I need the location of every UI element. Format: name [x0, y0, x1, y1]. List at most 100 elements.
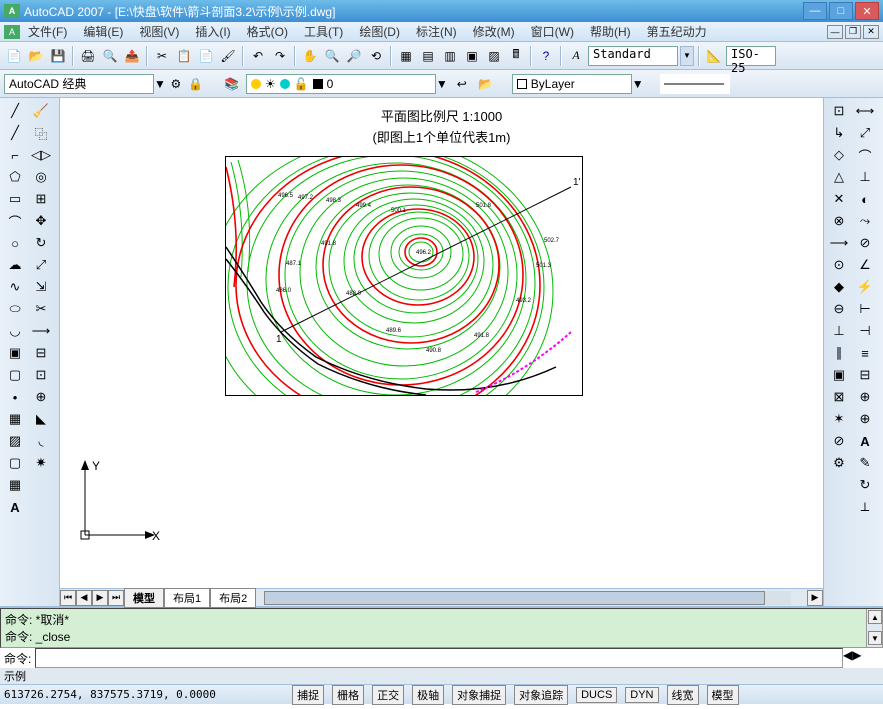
dim-arc-tool[interactable]: ⌒ [852, 144, 878, 166]
layer-prev-button[interactable]: ↩ [452, 74, 472, 94]
open-button[interactable]: 📂 [26, 46, 46, 66]
undo-button[interactable]: ↶ [248, 46, 268, 66]
drawing-canvas[interactable]: 平面图比例尺 1:1000 (即图上1个单位代表1m) [60, 98, 823, 588]
mtext-tool[interactable]: A [2, 496, 28, 518]
polygon-tool[interactable]: ⬠ [2, 166, 28, 188]
dim-linear-tool[interactable]: ⟷ [852, 100, 878, 122]
line-tool[interactable]: ╱ [2, 100, 28, 122]
dim-quick-tool[interactable]: ⚡ [852, 276, 878, 298]
extend-tool[interactable]: ⟶ [28, 320, 54, 342]
pan-button[interactable]: ✋ [300, 46, 320, 66]
dim-break-tool[interactable]: ⊟ [852, 364, 878, 386]
hscroll-thumb[interactable] [264, 591, 764, 605]
zoom-previous-button[interactable]: ⟲ [366, 46, 386, 66]
trim-tool[interactable]: ✂ [28, 298, 54, 320]
osnap-tan-icon[interactable]: ⊖ [826, 298, 852, 320]
properties-button[interactable]: ▦ [396, 46, 416, 66]
cmd-vscroll-up[interactable]: ▲ [868, 610, 882, 624]
toggle-otrack[interactable]: 对象追踪 [514, 685, 568, 705]
workspace-dropdown[interactable]: ▼ [154, 77, 166, 91]
save-button[interactable]: 💾 [48, 46, 68, 66]
tab-layout2[interactable]: 布局2 [210, 588, 256, 608]
stretch-tool[interactable]: ⇲ [28, 276, 54, 298]
workspace-lock-icon[interactable]: 🔒 [186, 74, 206, 94]
menu-draw[interactable]: 绘图(D) [351, 21, 408, 42]
dim-style-combo[interactable]: ISO-25 [726, 46, 776, 66]
tool-palettes-button[interactable]: ▥ [440, 46, 460, 66]
hscroll-track[interactable] [264, 591, 791, 605]
tab-model[interactable]: 模型 [124, 588, 164, 608]
menu-dimension[interactable]: 标注(N) [408, 21, 465, 42]
menu-edit[interactable]: 编辑(E) [75, 21, 131, 42]
text-style-combo[interactable]: Standard [588, 46, 678, 66]
menu-insert[interactable]: 插入(I) [187, 21, 238, 42]
dim-aligned-tool[interactable]: ⤢ [852, 122, 878, 144]
copy-button[interactable]: 📋 [174, 46, 194, 66]
dim-angular-tool[interactable]: ∠ [852, 254, 878, 276]
doc-restore-button[interactable]: ❐ [845, 25, 861, 39]
command-input[interactable] [35, 648, 843, 668]
dim-ordinate-tool[interactable]: ⊥ [852, 166, 878, 188]
quickcalc-button[interactable]: 🖩 [506, 46, 526, 66]
print-button[interactable]: 🖨 [78, 46, 98, 66]
toggle-ortho[interactable]: 正交 [372, 685, 404, 705]
menu-tools[interactable]: 工具(T) [296, 21, 351, 42]
toggle-polar[interactable]: 极轴 [412, 685, 444, 705]
preview-button[interactable]: 🔍 [100, 46, 120, 66]
region-tool[interactable]: ▢ [2, 452, 28, 474]
cmd-vscroll-down[interactable]: ▼ [868, 631, 882, 645]
menu-help[interactable]: 帮助(H) [582, 21, 639, 42]
minimize-button[interactable]: — [803, 2, 827, 20]
explode-tool[interactable]: ✷ [28, 452, 54, 474]
osnap-int-icon[interactable]: ✕ [826, 188, 852, 210]
fillet-tool[interactable]: ◟ [28, 430, 54, 452]
layer-dropdown[interactable]: ▼ [436, 77, 448, 91]
text-style-icon[interactable]: A [566, 46, 586, 66]
tab-layout1[interactable]: 布局1 [164, 588, 210, 608]
text-style-dropdown[interactable]: ▼ [680, 46, 694, 66]
join-tool[interactable]: ⊕ [28, 386, 54, 408]
spline-tool[interactable]: ∿ [2, 276, 28, 298]
offset-tool[interactable]: ◎ [28, 166, 54, 188]
cmd-vscroll[interactable]: ▲ ▼ [866, 609, 882, 647]
osnap-qua-icon[interactable]: ◆ [826, 276, 852, 298]
gradient-tool[interactable]: ▨ [2, 430, 28, 452]
help-button[interactable]: ? [536, 46, 556, 66]
design-center-button[interactable]: ▤ [418, 46, 438, 66]
workspace-combo[interactable]: AutoCAD 经典 [4, 74, 154, 94]
menu-modify[interactable]: 修改(M) [465, 21, 523, 42]
dim-update-tool[interactable]: ↻ [852, 474, 878, 496]
osnap-end-icon[interactable]: ◇ [826, 144, 852, 166]
osnap-par-icon[interactable]: ∥ [826, 342, 852, 364]
doc-minimize-button[interactable]: — [827, 25, 843, 39]
dim-continue-tool[interactable]: ⊣ [852, 320, 878, 342]
zoom-window-button[interactable]: 🔎 [344, 46, 364, 66]
break-point-tool[interactable]: ⊟ [28, 342, 54, 364]
rotate-tool[interactable]: ↻ [28, 232, 54, 254]
circle-tool[interactable]: ○ [2, 232, 28, 254]
publish-button[interactable]: 📤 [122, 46, 142, 66]
menu-window[interactable]: 窗口(W) [523, 21, 582, 42]
copy-tool[interactable]: ⿻ [28, 122, 54, 144]
zoom-realtime-button[interactable]: 🔍 [322, 46, 342, 66]
layer-manager-button[interactable]: 📚 [222, 74, 242, 94]
tab-last-button[interactable]: ⏭ [108, 590, 124, 606]
ellipse-tool[interactable]: ⬭ [2, 298, 28, 320]
cut-button[interactable]: ✂ [152, 46, 172, 66]
block-tool[interactable]: ▢ [2, 364, 28, 386]
sheet-set-button[interactable]: ▣ [462, 46, 482, 66]
toggle-snap[interactable]: 捕捉 [292, 685, 324, 705]
revcloud-tool[interactable]: ☁ [2, 254, 28, 276]
menu-extra[interactable]: 第五纪动力 [639, 21, 715, 42]
osnap-per-icon[interactable]: ⊥ [826, 320, 852, 342]
osnap-ins-icon[interactable]: ▣ [826, 364, 852, 386]
osnap-cen-icon[interactable]: ⊙ [826, 254, 852, 276]
dim-baseline-tool[interactable]: ⊢ [852, 298, 878, 320]
xline-tool[interactable]: ╱ [2, 122, 28, 144]
new-button[interactable]: 📄 [4, 46, 24, 66]
color-combo[interactable]: ByLayer [512, 74, 632, 94]
erase-tool[interactable]: 🧹 [28, 100, 54, 122]
command-history[interactable]: 命令: *取消* 命令: _close ▲ ▼ [0, 608, 883, 648]
toggle-dyn[interactable]: DYN [625, 687, 658, 703]
break-tool[interactable]: ⊡ [28, 364, 54, 386]
